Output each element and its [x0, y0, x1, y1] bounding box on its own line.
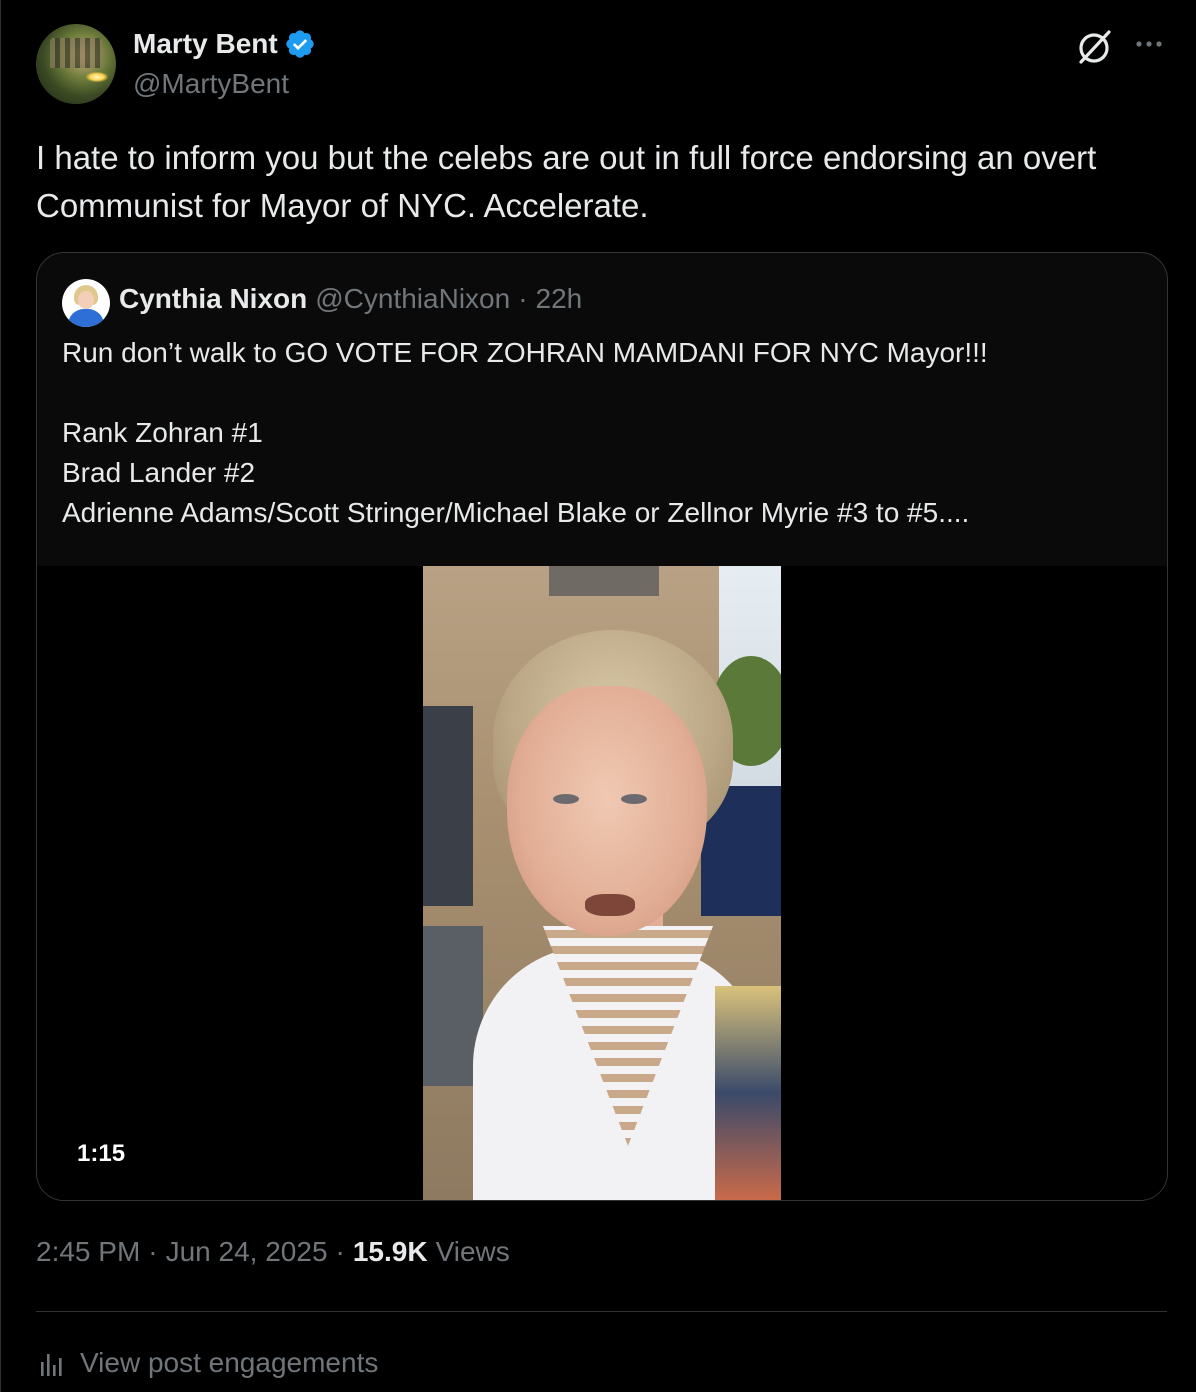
tweet-detail: Marty Bent @MartyBent I hate to inform y… — [0, 0, 1196, 1392]
video-duration: 1:15 — [77, 1140, 126, 1167]
views-label: Views — [435, 1236, 510, 1267]
frame-dark-window-detail — [423, 706, 473, 906]
avatar-face-detail — [78, 291, 94, 309]
quoted-author-name[interactable]: Cynthia Nixon — [119, 283, 307, 315]
frame-eye-detail — [621, 794, 647, 804]
quoted-tweet[interactable]: Cynthia Nixon @CynthiaNixon · 22h Run do… — [36, 252, 1168, 1201]
quoted-timestamp[interactable]: 22h — [536, 283, 583, 315]
video-player[interactable]: 1:15 — [37, 566, 1167, 1200]
grok-icon[interactable] — [1073, 26, 1115, 68]
quoted-separator: · — [518, 283, 528, 314]
quoted-header: Cynthia Nixon @CynthiaNixon · 22h — [119, 283, 582, 315]
frame-bag-strap-detail — [715, 986, 781, 1200]
author-avatar[interactable] — [36, 24, 116, 104]
frame-mouth-detail — [585, 894, 635, 916]
quoted-author-avatar[interactable] — [62, 279, 110, 327]
post-meta: 2:45 PM · Jun 24, 2025 · 15.9K Views — [36, 1236, 510, 1268]
author-name-text[interactable]: Marty Bent — [133, 28, 278, 60]
meta-separator: · — [148, 1236, 158, 1267]
avatar-body-detail — [68, 309, 104, 327]
quoted-author-handle[interactable]: @CynthiaNixon — [315, 283, 510, 315]
post-date[interactable]: Jun 24, 2025 — [166, 1236, 328, 1268]
meta-separator: · — [335, 1236, 345, 1267]
divider — [36, 1311, 1167, 1312]
view-engagements-label[interactable]: View post engagements — [80, 1347, 378, 1379]
view-engagements-button[interactable]: View post engagements — [36, 1346, 378, 1380]
verified-icon — [286, 30, 314, 58]
frame-window-detail — [549, 566, 659, 596]
author-handle[interactable]: @MartyBent — [133, 68, 289, 100]
frame-eye-detail — [553, 794, 579, 804]
views-count: 15.9K — [352, 1236, 428, 1267]
avatar-arch-detail — [50, 38, 102, 68]
bar-chart-icon — [41, 1354, 62, 1376]
more-icon[interactable] — [1131, 28, 1167, 64]
quoted-text: Run don’t walk to GO VOTE FOR ZOHRAN MAM… — [62, 337, 988, 528]
author-name[interactable]: Marty Bent — [133, 28, 316, 60]
tweet-text: I hate to inform you but the celebs are … — [36, 139, 1097, 224]
video-frame[interactable] — [423, 566, 781, 1200]
avatar-glow-detail — [86, 72, 108, 82]
post-time[interactable]: 2:45 PM — [36, 1236, 140, 1268]
